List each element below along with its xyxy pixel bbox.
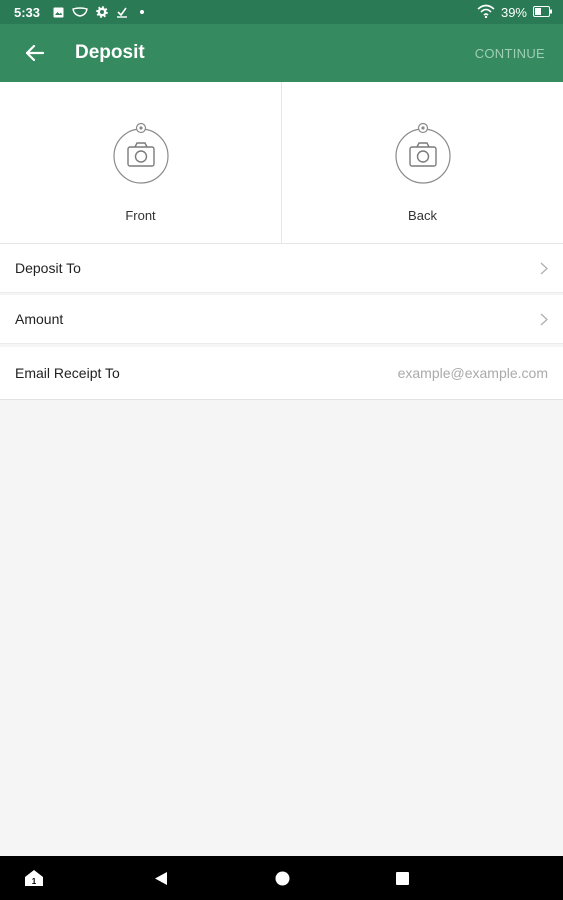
- email-receipt-label: Email Receipt To: [15, 365, 120, 381]
- mask-icon: [72, 6, 88, 18]
- download-check-icon: [116, 6, 128, 18]
- amount-label: Amount: [15, 311, 64, 327]
- assistant-icon: 1: [25, 870, 43, 886]
- back-label: Back: [408, 208, 437, 223]
- deposit-screen: 5:33 39% Deposit CONTINUE Front Back Dep…: [0, 0, 563, 900]
- capture-back[interactable]: Back: [282, 82, 563, 243]
- battery-icon: [533, 5, 553, 20]
- dot-icon: [136, 6, 148, 18]
- check-capture-panel: Front Back: [0, 82, 563, 244]
- status-bar: 5:33 39%: [0, 0, 563, 24]
- page-title: Deposit: [75, 42, 145, 63]
- back-button[interactable]: [0, 24, 70, 82]
- app-bar: Deposit CONTINUE: [0, 24, 563, 82]
- camera-icon: [112, 122, 169, 184]
- front-label: Front: [125, 208, 156, 223]
- wifi-icon: [477, 4, 495, 21]
- svg-text:1: 1: [32, 877, 37, 886]
- system-nav-bar: 1: [0, 856, 563, 900]
- nav-recents-button[interactable]: [382, 856, 422, 900]
- notification-icons: [52, 6, 148, 18]
- battery-percent: 39%: [500, 4, 527, 20]
- email-receipt-row: Email Receipt To example@example.com: [0, 347, 563, 400]
- status-time: 5:33: [14, 4, 41, 20]
- amount-row[interactable]: Amount: [0, 295, 563, 344]
- chevron-right-icon: [540, 313, 548, 325]
- assistant-button[interactable]: 1: [14, 856, 54, 900]
- capture-front[interactable]: Front: [0, 82, 282, 243]
- nav-home-button[interactable]: [262, 856, 302, 900]
- home-circle-icon: [275, 871, 289, 885]
- back-triangle-icon: [155, 871, 167, 885]
- email-field[interactable]: example@example.com: [398, 365, 548, 381]
- status-right: 39%: [477, 4, 553, 21]
- camera-icon: [394, 122, 451, 184]
- nav-back-button[interactable]: [141, 856, 181, 900]
- deposit-to-row[interactable]: Deposit To: [0, 244, 563, 293]
- gear-icon: [96, 6, 108, 18]
- arrow-left-icon: [26, 45, 44, 61]
- chevron-right-icon: [540, 262, 548, 274]
- gallery-icon: [52, 6, 64, 18]
- deposit-to-label: Deposit To: [15, 260, 81, 276]
- recents-square-icon: [395, 871, 409, 885]
- continue-button[interactable]: CONTINUE: [475, 46, 545, 61]
